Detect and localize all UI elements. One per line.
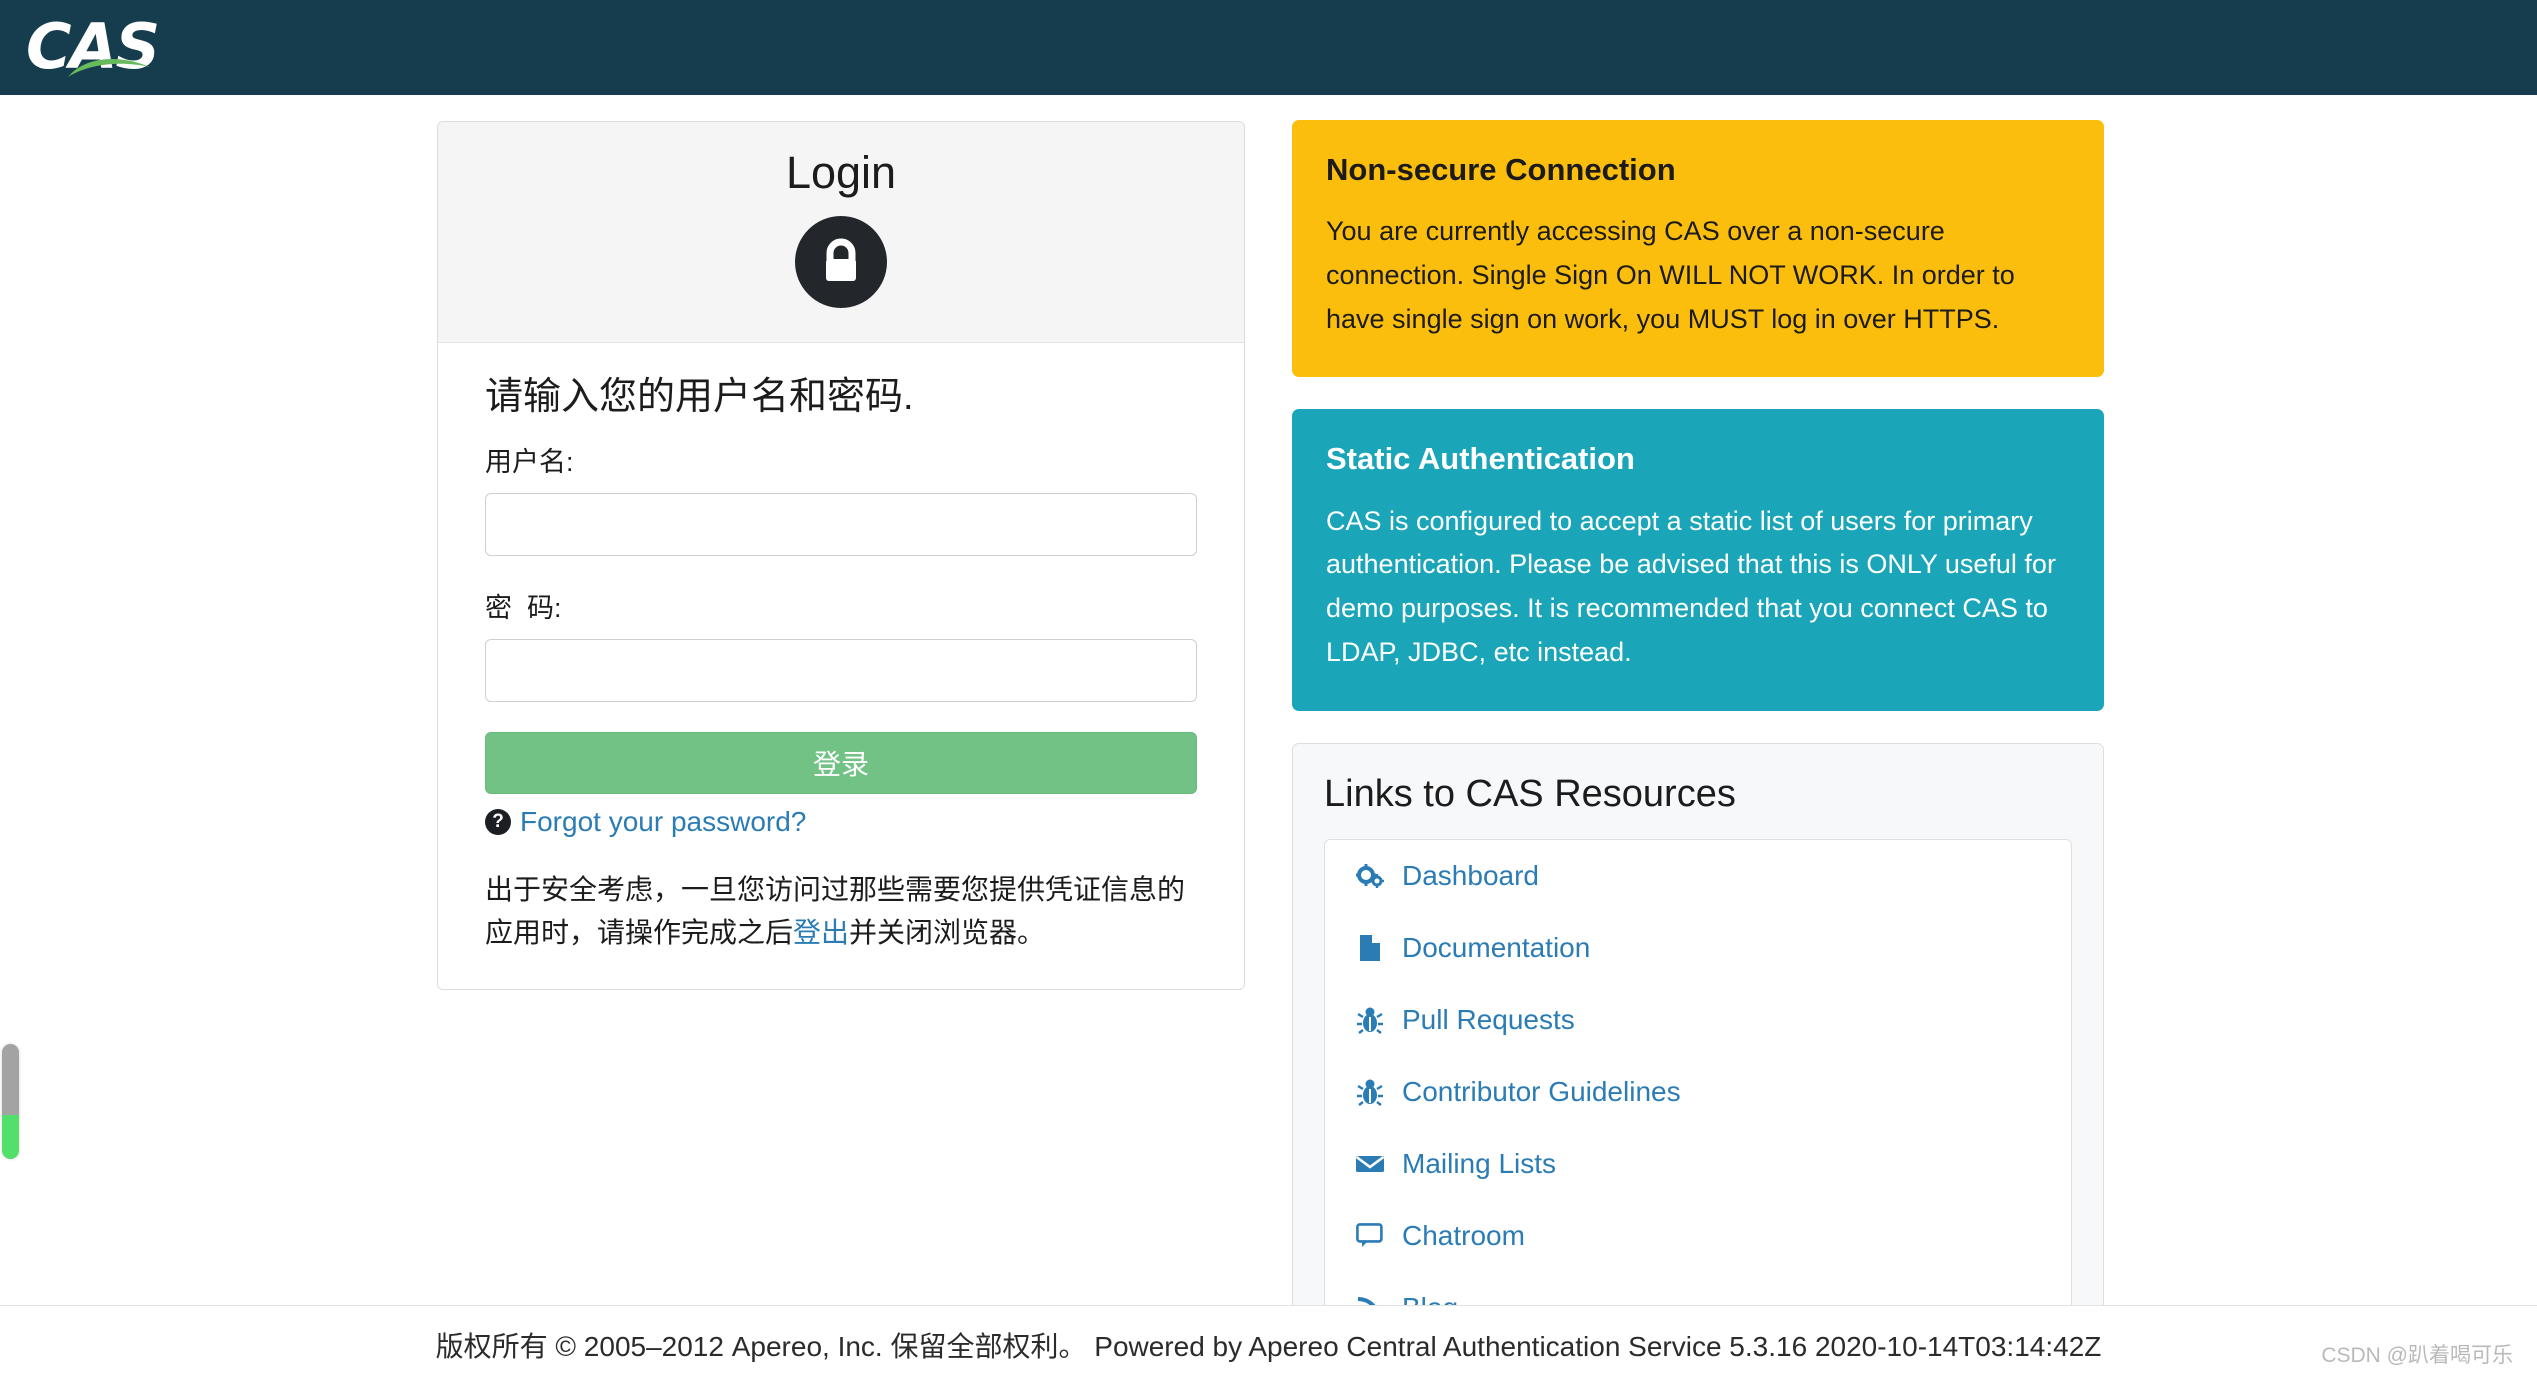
resource-label: Contributor Guidelines: [1402, 1076, 1681, 1108]
forgot-password-link[interactable]: Forgot your password?: [520, 806, 806, 838]
resource-label: Mailing Lists: [1402, 1148, 1557, 1180]
scroll-indicator[interactable]: [2, 1044, 19, 1159]
forgot-password-row: ? Forgot your password?: [485, 806, 1197, 838]
page-footer: 版权所有 © 2005–2012 Apereo, Inc. 保留全部权利。 Po…: [0, 1305, 2537, 1383]
csdn-watermark: CSDN @趴着喝可乐: [2321, 1344, 2513, 1367]
cas-resources-title: Links to CAS Resources: [1324, 772, 1736, 815]
password-field-group: 密 码:: [485, 586, 1197, 702]
lock-glyph-icon: [826, 238, 856, 281]
cas-resources-card: Links to CAS Resources Dashboard Documen…: [1292, 742, 2104, 1381]
bug-icon: [1355, 1005, 1385, 1035]
resource-link-documentation[interactable]: Documentation: [1325, 912, 2071, 984]
security-notice: 出于安全考虑，一旦您访问过那些需要您提供凭证信息的应用时，请操作完成之后登出并关…: [485, 868, 1197, 955]
resource-label: Pull Requests: [1402, 1004, 1575, 1036]
static-authentication-body: CAS is configured to accept a static lis…: [1326, 505, 2056, 667]
login-prompt: 请输入您的用户名和密码.: [485, 375, 914, 418]
logout-link[interactable]: 登出: [793, 917, 849, 948]
scroll-indicator-fill: [2, 1115, 19, 1159]
lock-icon: [795, 215, 887, 308]
resource-link-mailing-lists[interactable]: Mailing Lists: [1325, 1128, 2071, 1200]
resource-link-dashboard[interactable]: Dashboard: [1325, 840, 2071, 912]
username-label: 用户名:: [485, 446, 574, 477]
page-root: CAS Login 请输入您的用户名和密码. 用户名: 密 码: 登录 ? Fo…: [0, 0, 2537, 1383]
cas-logo-swoosh-icon: [68, 58, 150, 77]
login-card-header: Login: [438, 122, 1244, 343]
password-label: 密 码:: [485, 592, 562, 623]
resource-label: Dashboard: [1402, 860, 1539, 892]
non-secure-connection-body: You are currently accessing CAS over a n…: [1326, 216, 2015, 334]
resource-link-contributor-guidelines[interactable]: Contributor Guidelines: [1325, 1056, 2071, 1128]
comment-icon: [1355, 1221, 1385, 1251]
cas-resources-list: Dashboard Documentation Pull Requests Co…: [1324, 839, 2072, 1346]
password-input[interactable]: [485, 638, 1197, 702]
cas-logo[interactable]: CAS: [26, 11, 166, 83]
resource-link-pull-requests[interactable]: Pull Requests: [1325, 984, 2071, 1056]
page-title: Login: [785, 147, 897, 198]
cogs-icon: [1355, 861, 1385, 891]
envelope-icon: [1355, 1149, 1385, 1179]
question-circle-icon: ?: [485, 808, 511, 835]
non-secure-connection-title: Non-secure Connection: [1326, 152, 1676, 187]
resource-label: Documentation: [1402, 932, 1591, 964]
resource-label: Chatroom: [1402, 1220, 1525, 1252]
username-input[interactable]: [485, 492, 1197, 556]
resource-link-chatroom[interactable]: Chatroom: [1325, 1200, 2071, 1272]
security-notice-suffix: 并关闭浏览器。: [849, 917, 1046, 949]
file-icon: [1355, 933, 1385, 963]
footer-copyright: 版权所有 © 2005–2012 Apereo, Inc. 保留全部权利。 Po…: [435, 1330, 2102, 1362]
login-form: 请输入您的用户名和密码. 用户名: 密 码: 登录 ? Forgot your …: [438, 343, 1244, 989]
static-authentication-title: Static Authentication: [1326, 441, 1635, 477]
login-card: Login 请输入您的用户名和密码. 用户名: 密 码: 登录 ? Forgot…: [437, 121, 1245, 990]
right-sidebar: Non-secure Connection You are currently …: [1292, 120, 2104, 1381]
username-field-group: 用户名:: [485, 440, 1197, 556]
login-submit-button[interactable]: 登录: [485, 731, 1197, 794]
non-secure-connection-panel: Non-secure Connection You are currently …: [1292, 120, 2104, 378]
top-header-bar: CAS: [0, 0, 2537, 95]
bug-icon: [1355, 1077, 1385, 1107]
static-authentication-panel: Static Authentication CAS is configured …: [1292, 409, 2104, 711]
